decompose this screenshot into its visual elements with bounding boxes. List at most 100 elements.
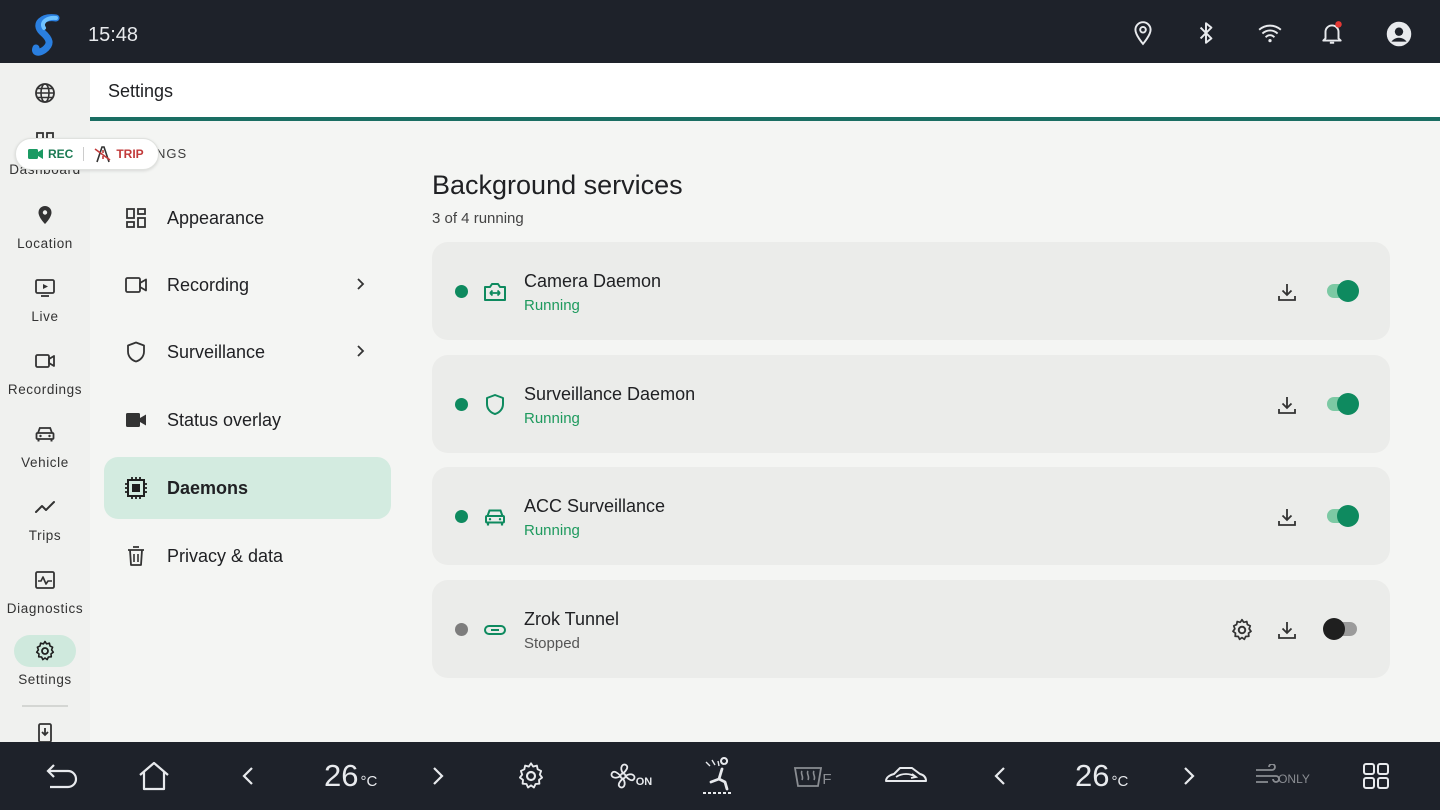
service-card: Camera Daemon Running [432, 242, 1390, 340]
fan-state: ON [635, 776, 653, 788]
chip-icon [123, 475, 149, 501]
chevron-right-icon [351, 275, 369, 293]
trip-label: TRIP [116, 147, 144, 161]
diagnostics-icon [14, 564, 76, 596]
shield-icon [482, 392, 508, 418]
settings-item-label: Surveillance [167, 341, 266, 362]
top-app-bar: Settings [90, 63, 1440, 119]
service-status: Stopped [524, 635, 580, 652]
settings-item-recording[interactable]: Recording [104, 254, 391, 316]
rec-indicator: REC [28, 147, 73, 161]
settings-item-label: Privacy & data [167, 545, 284, 566]
settings-item-surveillance[interactable]: Surveillance [104, 321, 391, 383]
account-icon[interactable] [1385, 20, 1413, 48]
rec-camera-icon [28, 149, 43, 159]
trip-indicator: TRIP [94, 145, 144, 163]
rail-label: Trips [28, 528, 62, 543]
rail-item-vehicle[interactable]: Vehicle [0, 418, 90, 470]
rail-item-globe[interactable] [0, 77, 90, 109]
content-subtitle: 3 of 4 running [432, 210, 524, 227]
status-dot [455, 398, 468, 411]
left-temperature[interactable]: 26 °C [324, 758, 377, 794]
chevron-right-icon [351, 342, 369, 360]
location-icon[interactable] [1130, 20, 1156, 46]
service-toggle[interactable] [1323, 618, 1357, 640]
home-icon[interactable] [134, 756, 174, 796]
climate-settings-icon[interactable] [512, 756, 550, 796]
rail-label: Diagnostics [6, 601, 84, 616]
settings-item-label: Appearance [167, 207, 265, 228]
service-name: ACC Surveillance [524, 496, 666, 516]
temp-up-right-button[interactable] [1177, 756, 1201, 796]
rail-item-location[interactable]: Location [0, 199, 90, 251]
recordings-icon [14, 345, 76, 377]
service-status: Running [524, 522, 580, 539]
right-temperature[interactable]: 26 °C [1075, 758, 1128, 794]
clock: 15:48 [88, 24, 139, 46]
status-dot [455, 285, 468, 298]
airflow-only-button[interactable]: ONLY [1250, 756, 1314, 796]
seat-airflow-icon[interactable] [696, 756, 740, 796]
rail-item-live[interactable]: Live [0, 272, 90, 324]
trash-icon [123, 543, 149, 569]
live-icon [14, 272, 76, 304]
wifi-icon[interactable] [1257, 20, 1283, 46]
service-card: Zrok Tunnel Stopped [432, 580, 1390, 678]
header-divider [90, 117, 1440, 121]
temp-up-left-button[interactable] [426, 756, 450, 796]
rail-label: Location [17, 236, 73, 251]
settings-section-label: NGS [156, 146, 188, 161]
settings-item-daemons[interactable]: Daemons [104, 457, 391, 519]
settings-item-label: Daemons [167, 477, 249, 498]
app-logo-icon[interactable] [28, 12, 68, 56]
rail-item-diagnostics[interactable]: Diagnostics [0, 564, 90, 616]
service-toggle[interactable] [1325, 393, 1359, 415]
defrost-label: F [822, 770, 832, 788]
bluetooth-icon[interactable] [1193, 20, 1219, 46]
status-overlay-icon [123, 407, 149, 433]
rail-divider [22, 705, 68, 707]
fan-button[interactable]: ON [606, 756, 654, 796]
rail-label: Settings [18, 672, 72, 687]
rail-item-settings[interactable]: Settings [0, 635, 90, 687]
status-bar: 15:48 [0, 0, 1440, 63]
recirculation-icon[interactable] [880, 756, 932, 796]
service-card: ACC Surveillance Running [432, 467, 1390, 565]
rec-label: REC [48, 147, 74, 161]
gear-icon[interactable] [1229, 617, 1255, 643]
temp-down-left-button[interactable] [236, 756, 260, 796]
rail-label: Live [31, 309, 59, 324]
settings-item-status-overlay[interactable]: Status overlay [104, 389, 391, 451]
content-title: Background services [432, 170, 683, 200]
notification-bell-icon[interactable] [1319, 20, 1345, 46]
rail-label: Recordings [7, 382, 83, 397]
globe-icon [14, 77, 76, 109]
fan-icon [610, 763, 636, 789]
service-toggle[interactable] [1325, 505, 1359, 527]
rail-item-recordings[interactable]: Recordings [0, 345, 90, 397]
airflow-label: ONLY [1278, 772, 1310, 786]
apps-grid-icon[interactable] [1358, 756, 1394, 796]
download-icon[interactable] [1275, 618, 1299, 642]
rec-trip-chip[interactable]: REC TRIP [15, 138, 159, 170]
rail-label: Vehicle [21, 455, 69, 470]
settings-item-privacy[interactable]: Privacy & data [104, 525, 391, 587]
location-pin-icon [14, 199, 76, 231]
download-icon[interactable] [1275, 505, 1299, 529]
temp-down-right-button[interactable] [988, 756, 1012, 796]
download-icon[interactable] [1275, 393, 1299, 417]
service-name: Surveillance Daemon [524, 384, 696, 404]
rail-item-trips[interactable]: Trips [0, 491, 90, 543]
camera-switch-icon [482, 279, 508, 305]
back-icon[interactable] [42, 756, 82, 796]
download-icon[interactable] [1275, 280, 1299, 304]
rear-defrost-button[interactable]: F [790, 756, 834, 796]
service-status: Running [524, 410, 580, 427]
status-dot [455, 510, 468, 523]
service-status: Running [524, 297, 580, 314]
status-dot [455, 623, 468, 636]
car-icon [482, 504, 508, 530]
settings-item-appearance[interactable]: Appearance [104, 187, 391, 249]
settings-item-label: Status overlay [167, 409, 282, 430]
service-toggle[interactable] [1325, 280, 1359, 302]
